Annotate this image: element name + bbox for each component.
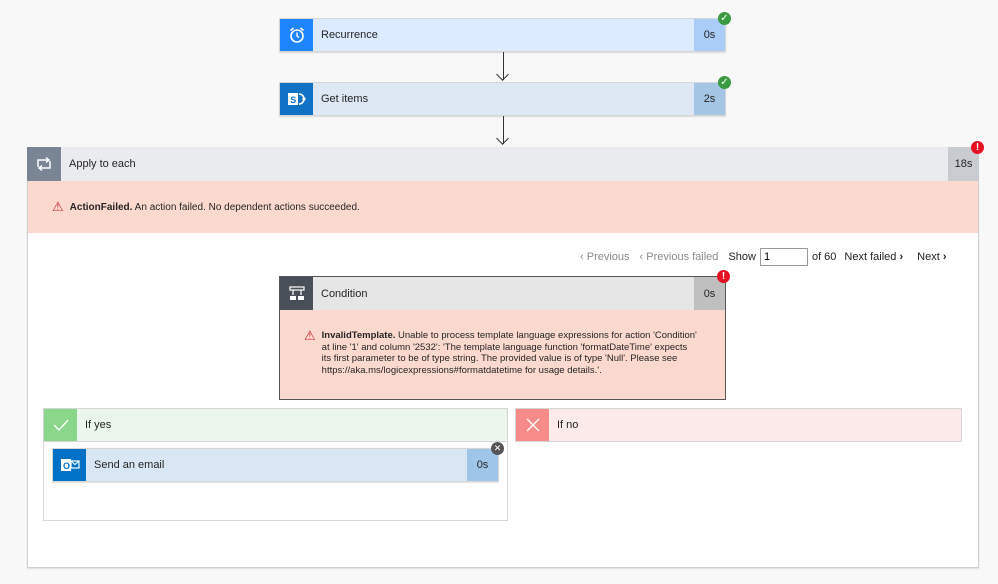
step-title: Apply to each — [69, 158, 136, 170]
if-yes-header[interactable]: If yes — [43, 408, 508, 442]
step-title: Recurrence — [321, 29, 378, 41]
condition-header[interactable]: Condition 0s — [280, 277, 725, 310]
step-title: Condition — [321, 287, 368, 300]
iteration-input[interactable] — [759, 248, 808, 266]
get-items-step[interactable]: S Get items 2s — [279, 82, 726, 116]
warning-icon: ⚠ — [304, 328, 316, 343]
x-icon — [516, 409, 549, 441]
arrow-head-icon — [496, 132, 509, 145]
show-label: Show — [728, 251, 756, 263]
svg-text:O: O — [63, 461, 70, 471]
apply-to-each-error: ⚠ ActionFailed. An action failed. No dep… — [28, 181, 978, 233]
branch-label: If no — [557, 419, 579, 431]
apply-to-each-header[interactable]: Apply to each 18s — [27, 147, 979, 181]
check-icon — [44, 409, 77, 441]
send-email-step[interactable]: O Send an email 0s — [52, 448, 499, 482]
iteration-pager: ‹ Previous ‹ Previous failed Show of 60 … — [580, 248, 947, 266]
error-badge-icon: ! — [717, 270, 730, 283]
if-no-header[interactable]: If no — [515, 408, 962, 442]
recurrence-step[interactable]: Recurrence 0s — [279, 18, 726, 52]
condition-error: ⚠ InvalidTemplate. Unable to process tem… — [304, 328, 699, 376]
svg-text:S: S — [290, 95, 296, 105]
success-check-icon: ✓ — [718, 12, 731, 25]
previous-button[interactable]: ‹ Previous — [580, 251, 630, 263]
arrow-head-icon — [496, 68, 509, 81]
warning-icon: ⚠ — [52, 199, 64, 214]
error-badge-icon: ! — [971, 141, 984, 154]
outlook-icon: O — [53, 449, 86, 481]
success-check-icon: ✓ — [718, 76, 731, 89]
step-title: Send an email — [94, 459, 165, 471]
previous-failed-button[interactable]: ‹ Previous failed — [640, 251, 719, 263]
error-message: An action failed. No dependent actions s… — [132, 201, 360, 213]
error-code: InvalidTemplate. — [321, 330, 396, 341]
branch-label: If yes — [85, 419, 112, 431]
condition-icon — [280, 277, 313, 310]
total-label: of 60 — [811, 251, 837, 263]
sharepoint-icon: S — [280, 83, 313, 115]
cancelled-badge-icon: ✕ — [491, 442, 504, 455]
error-code: ActionFailed. — [69, 201, 133, 213]
alarm-clock-icon — [280, 19, 313, 51]
next-button[interactable]: Next › — [917, 251, 946, 263]
step-title: Get items — [321, 93, 369, 105]
next-failed-button[interactable]: Next failed › — [844, 251, 903, 263]
loop-icon — [27, 147, 61, 181]
